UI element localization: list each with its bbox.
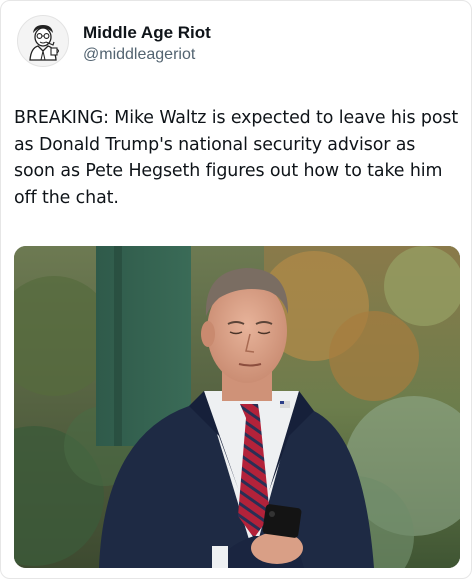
- author-names: Middle Age Riot @middleageriot: [83, 18, 211, 65]
- tweet-photo[interactable]: [14, 246, 460, 568]
- tweet-text: BREAKING: Mike Waltz is expected to leav…: [14, 108, 459, 208]
- photo-man-in-suit-with-phone: [14, 246, 460, 568]
- user-handle[interactable]: @middleageriot: [83, 44, 211, 65]
- cartoon-man-portrait-icon: [29, 25, 59, 61]
- tweet-header: Middle Age Riot @middleageriot: [17, 15, 211, 67]
- avatar[interactable]: [17, 15, 69, 67]
- tweet-card[interactable]: Middle Age Riot @middleageriot BREAKING:…: [0, 0, 472, 579]
- display-name[interactable]: Middle Age Riot: [83, 22, 211, 44]
